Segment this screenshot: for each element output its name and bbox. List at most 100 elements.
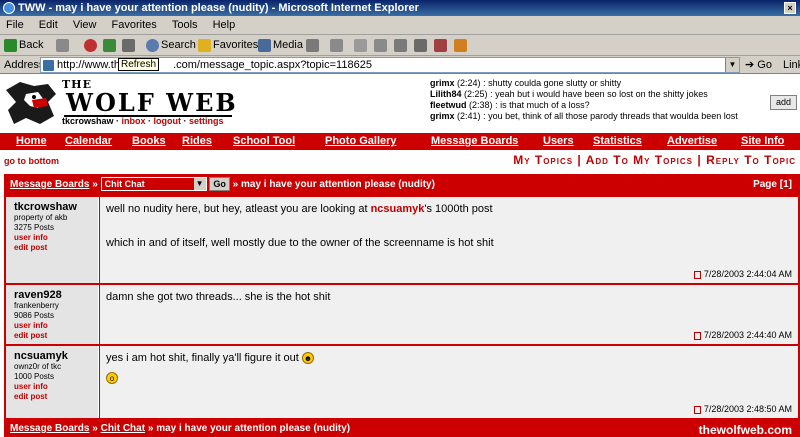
smiley-line: o bbox=[106, 372, 798, 385]
smiley-shocked-icon: o bbox=[106, 372, 118, 385]
footer-board-link[interactable]: Chit Chat bbox=[101, 423, 145, 434]
chevron-down-icon[interactable]: ▼ bbox=[725, 58, 739, 72]
user-info-link[interactable]: user info bbox=[14, 382, 98, 392]
edit-post-link[interactable]: edit post bbox=[14, 243, 98, 253]
menu-favorites[interactable]: Favorites bbox=[106, 16, 163, 35]
edit-post-link[interactable]: edit post bbox=[14, 331, 98, 341]
reply-to-topic-link[interactable]: Reply To Topic bbox=[706, 153, 796, 167]
nav-school-tool[interactable]: School Tool bbox=[233, 135, 295, 147]
edit-post-link[interactable]: edit post bbox=[14, 392, 98, 402]
user-info-link[interactable]: user info bbox=[14, 321, 98, 331]
breadcrumb-message-boards[interactable]: Message Boards bbox=[10, 179, 89, 190]
post: ncsuamyk ownz0r of tkc 1000 Posts user i… bbox=[6, 346, 798, 419]
menu-file[interactable]: File bbox=[0, 16, 30, 35]
home-button[interactable] bbox=[122, 35, 137, 56]
research-button[interactable] bbox=[414, 35, 429, 56]
chat-user[interactable]: grimx bbox=[430, 78, 455, 88]
chat-add-button[interactable]: add bbox=[770, 95, 797, 110]
current-username[interactable]: tkcrowshaw bbox=[62, 116, 114, 126]
board-go-button[interactable]: Go bbox=[209, 177, 230, 192]
nav-statistics[interactable]: Statistics bbox=[593, 135, 642, 147]
post: tkcrowshaw property of akb 3275 Posts us… bbox=[6, 197, 798, 284]
my-topics-link[interactable]: My Topics bbox=[513, 153, 573, 167]
footer-message-boards-link[interactable]: Message Boards bbox=[10, 423, 89, 434]
post-date: 7/28/2003 2:48:50 AM bbox=[693, 404, 792, 414]
site-logo-title[interactable]: WOLF WEB bbox=[66, 88, 238, 117]
chevron-down-icon: ▼ bbox=[193, 178, 206, 191]
messenger-icon bbox=[434, 38, 447, 52]
discuss-button[interactable] bbox=[394, 35, 409, 56]
browser-toolbar: Back Search Favorites Media bbox=[0, 35, 800, 56]
mail-icon bbox=[330, 38, 343, 52]
author-name[interactable]: tkcrowshaw bbox=[14, 201, 98, 213]
favorites-button[interactable]: Favorites bbox=[198, 35, 258, 56]
author-title: frankenberry bbox=[14, 301, 59, 310]
go-button[interactable]: ➔ Go bbox=[745, 56, 772, 74]
thread-footer-breadcrumb: Message Boards » Chit Chat » may i have … bbox=[4, 420, 800, 437]
history-button[interactable] bbox=[306, 35, 321, 56]
mentioned-user-link[interactable]: ncsuamyk bbox=[371, 203, 425, 215]
stop-button[interactable] bbox=[84, 35, 99, 56]
ie-icon bbox=[3, 2, 15, 14]
extra-icon bbox=[454, 38, 467, 52]
menu-view[interactable]: View bbox=[67, 16, 103, 35]
chat-user[interactable]: Lilith84 bbox=[430, 89, 462, 99]
author-name[interactable]: ncsuamyk bbox=[14, 350, 98, 362]
refresh-button[interactable] bbox=[103, 35, 118, 56]
window-title: TWW - may i have your attention please (… bbox=[18, 2, 419, 14]
nav-photo-gallery[interactable]: Photo Gallery bbox=[325, 135, 397, 147]
close-window-button[interactable]: × bbox=[784, 2, 796, 14]
add-to-my-topics-link[interactable]: Add To My Topics bbox=[586, 153, 693, 167]
settings-link[interactable]: settings bbox=[189, 116, 224, 126]
chat-user[interactable]: fleetwud bbox=[430, 100, 467, 110]
address-url: http://www.the bbox=[57, 59, 127, 71]
menu-edit[interactable]: Edit bbox=[33, 16, 64, 35]
page-label: Page bbox=[753, 179, 777, 190]
nav-advertise[interactable]: Advertise bbox=[667, 135, 717, 147]
nav-books[interactable]: Books bbox=[132, 135, 166, 147]
star-icon bbox=[198, 38, 211, 52]
back-arrow-icon bbox=[4, 38, 17, 52]
chat-time: (2:38) bbox=[469, 100, 493, 110]
chat-line: fleetwud (2:38) : is that much of a loss… bbox=[430, 100, 770, 111]
chat-user[interactable]: grimx bbox=[430, 111, 455, 121]
nav-rides[interactable]: Rides bbox=[182, 135, 212, 147]
print-button[interactable] bbox=[354, 35, 369, 56]
logout-link[interactable]: logout bbox=[154, 116, 182, 126]
media-button[interactable]: Media bbox=[258, 35, 303, 56]
chat-time: (2:41) bbox=[457, 111, 481, 121]
messenger-button[interactable] bbox=[434, 35, 449, 56]
address-label: Address bbox=[4, 59, 45, 71]
nav-home[interactable]: Home bbox=[16, 135, 47, 147]
nav-calendar[interactable]: Calendar bbox=[65, 135, 112, 147]
favorites-label: Favorites bbox=[213, 39, 259, 51]
back-button[interactable]: Back bbox=[4, 35, 43, 56]
nav-message-boards[interactable]: Message Boards bbox=[431, 135, 518, 147]
user-info-link[interactable]: user info bbox=[14, 233, 98, 243]
document-icon bbox=[693, 270, 701, 279]
author-name[interactable]: raven928 bbox=[14, 289, 98, 301]
edit-button[interactable] bbox=[374, 35, 389, 56]
search-button[interactable]: Search bbox=[146, 35, 196, 56]
nav-site-info[interactable]: Site Info bbox=[741, 135, 784, 147]
nav-users[interactable]: Users bbox=[543, 135, 574, 147]
board-select[interactable]: Chit Chat ▼ bbox=[100, 177, 207, 192]
forward-button[interactable] bbox=[56, 35, 71, 56]
history-icon bbox=[306, 38, 319, 52]
smiley-grin-icon: ☻ bbox=[301, 352, 314, 365]
go-to-bottom-link[interactable]: go to bottom bbox=[4, 156, 59, 166]
post-date-text: 7/28/2003 2:48:50 AM bbox=[703, 404, 792, 414]
extra-button[interactable] bbox=[454, 35, 469, 56]
chat-time: (2:25) bbox=[464, 89, 488, 99]
page-number[interactable]: [1] bbox=[780, 179, 792, 190]
menu-help[interactable]: Help bbox=[207, 16, 242, 35]
inbox-link[interactable]: inbox bbox=[122, 116, 146, 126]
wolf-logo-icon bbox=[6, 82, 56, 124]
author-post-count: 3275 Posts bbox=[14, 223, 55, 232]
mail-button[interactable] bbox=[330, 35, 345, 56]
links-label[interactable]: Links bbox=[783, 56, 800, 74]
board-select-value: Chit Chat bbox=[104, 179, 145, 190]
user-links: tkcrowshaw · inbox · logout · settings bbox=[62, 116, 224, 126]
menu-tools[interactable]: Tools bbox=[166, 16, 204, 35]
print-icon bbox=[354, 38, 367, 52]
